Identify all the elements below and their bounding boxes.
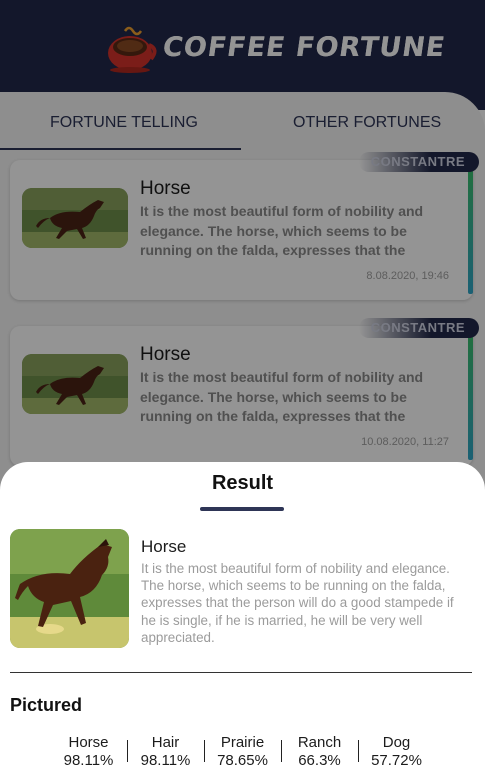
tag-score: 57.72% [371,752,422,769]
tag-name: Horse [68,734,109,751]
divider [10,672,472,673]
result-bottom-sheet: Result Horse It is the most beautiful fo… [0,462,485,782]
tag-score: 78.65% [217,752,268,769]
result-title: Horse [141,537,187,556]
pictured-heading: Pictured [10,695,83,715]
tag-name: Dog [382,734,411,751]
tag-score: 66.3% [298,752,341,769]
tag-name: Prairie [220,734,265,751]
tag-item: Horse 98.11% [50,734,127,774]
tag-name: Hair [151,734,180,751]
sheet-title: Result [211,472,274,494]
tag-item: Hair 98.11% [127,734,204,774]
tag-item: Dog 57.72% [358,734,435,774]
tag-item: Ranch 66.3% [281,734,358,774]
horse-photo [10,529,129,648]
pictured-tags: Horse 98.11% Hair 98.11% Prairie 78.65% … [50,734,435,774]
tag-score: 98.11% [63,752,114,769]
tag-score: 98.11% [140,752,191,769]
tag-name: Ranch [297,734,342,751]
sheet-drag-handle[interactable] [200,507,284,511]
result-description: It is the most beautiful form of nobilit… [141,561,454,645]
tag-item: Prairie 78.65% [204,734,281,774]
